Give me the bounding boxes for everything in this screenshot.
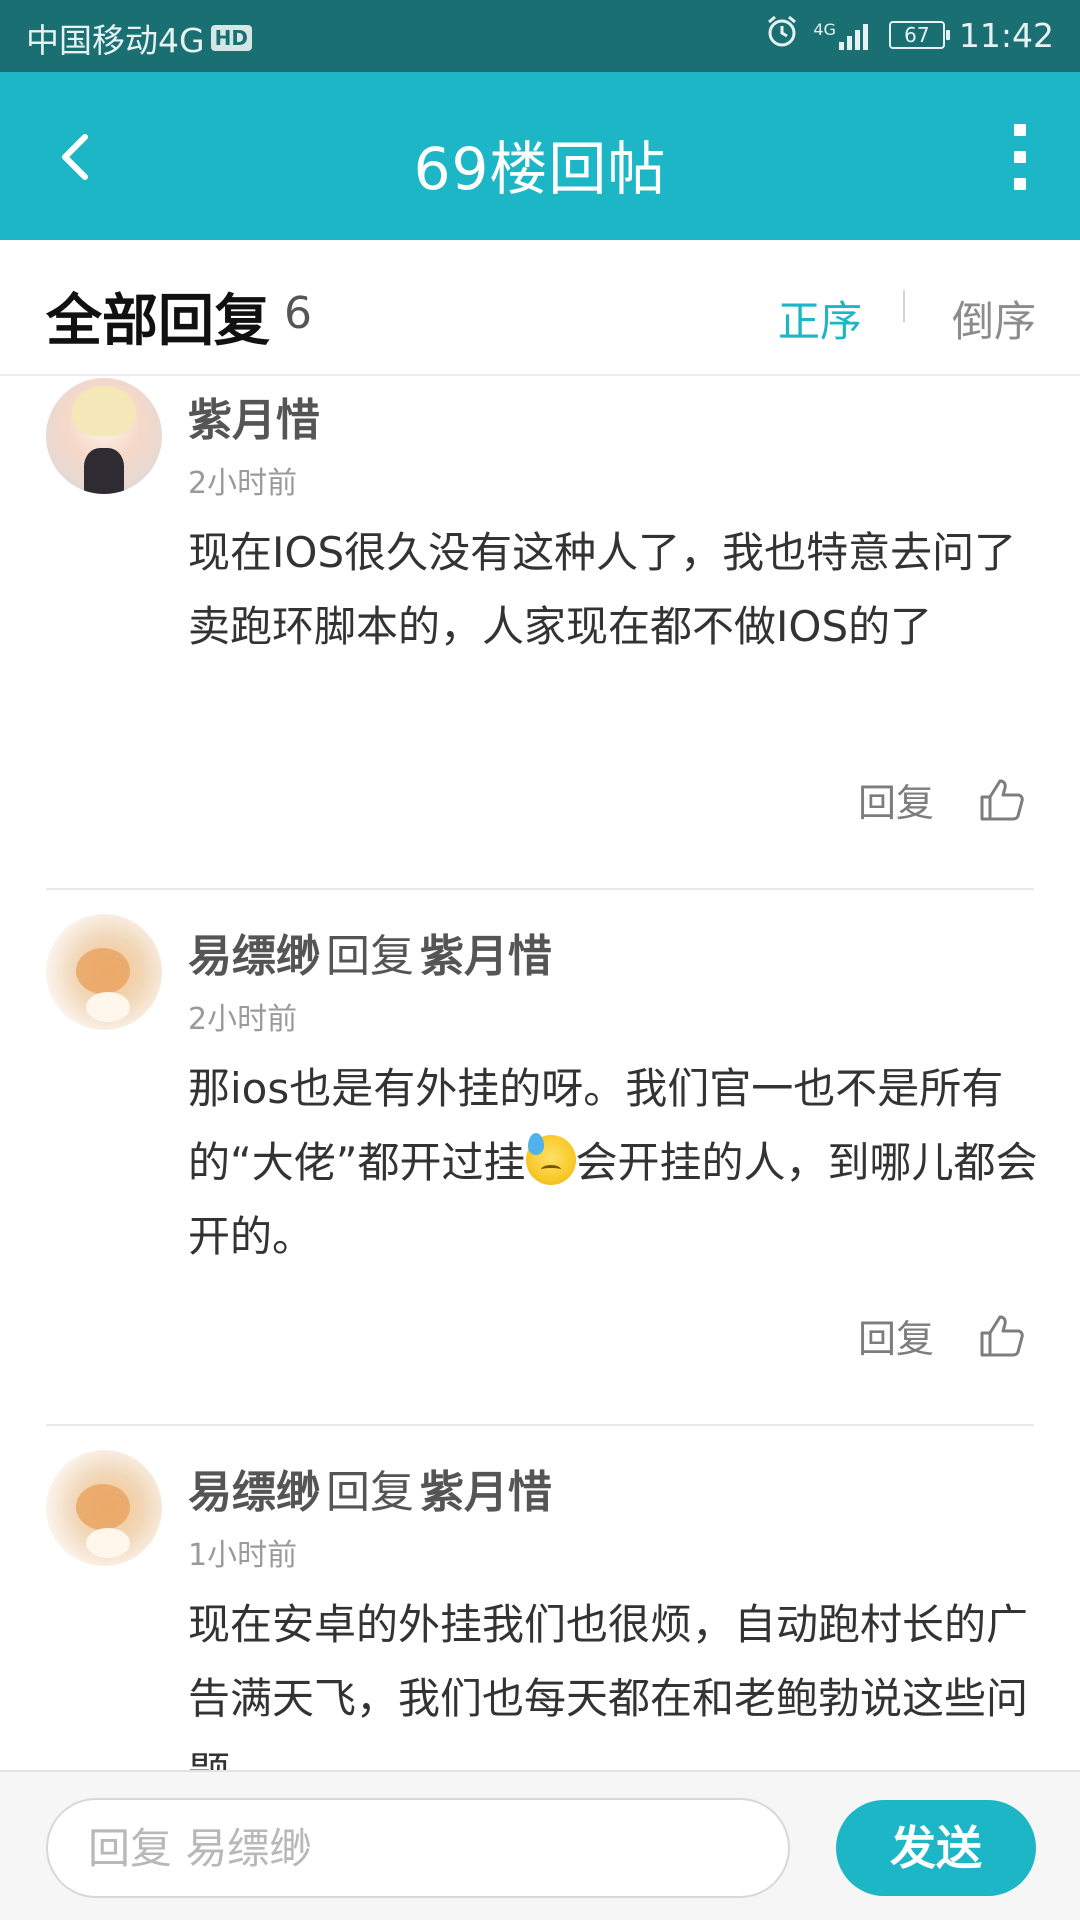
carrier-name: 中国移动4G [26, 21, 205, 60]
avatar[interactable] [46, 914, 162, 1030]
thumbs-up-icon[interactable] [978, 1313, 1024, 1359]
timestamp: 1小时前 [188, 1538, 298, 1573]
sweat-emoji-icon [525, 1133, 576, 1185]
reply-content: 易缥缈 回复 紫月惜 2小时前 那ios也是有外挂的呀。我们官一也不是所有的“大佬”… [188, 920, 1038, 1274]
author-line: 易缥缈 回复 紫月惜 [188, 1456, 1038, 1520]
reply-text: 现在IOS很久没有这种人了，我也特意去问了卖跑环脚本的，人家现在都不做IOS的了 [188, 528, 1017, 651]
network-type: 4G [813, 20, 836, 39]
sort-descending-button[interactable]: 倒序 [952, 288, 1036, 349]
reply-button[interactable]: 回复 [858, 1308, 934, 1363]
replies-count: 6 [284, 288, 312, 339]
timestamp: 2小时前 [188, 1002, 298, 1037]
more-vertical-icon [1014, 124, 1026, 136]
reply-content: 易缥缈 回复 紫月惜 1小时前 现在安卓的外挂我们也很烦，自动跑村长的广告满天飞，我… [188, 1456, 1038, 1770]
page-title: 69楼回帖 [413, 135, 667, 203]
reply-target-name[interactable]: 紫月惜 [420, 1467, 552, 1518]
send-button[interactable]: 发送 [836, 1800, 1036, 1896]
battery-icon: 67 [888, 21, 950, 49]
sort-ascending-button[interactable]: 正序 [778, 288, 862, 349]
reply-list[interactable]: 紫月惜 2小时前 现在IOS很久没有这种人了，我也特意去问了卖跑环脚本的，人家现… [0, 378, 1080, 1770]
author-name[interactable]: 易缥缈 [188, 1467, 320, 1518]
reply-input[interactable] [46, 1798, 790, 1898]
thumbs-up-icon[interactable] [978, 777, 1024, 823]
avatar[interactable] [46, 1450, 162, 1566]
reply-text: 那ios也是有外挂的呀。我们官一也不是所有的“大佬”都开过挂 会开挂的人，到哪儿都… [188, 1052, 1038, 1274]
reply-item: 易缥缈 回复 紫月惜 2小时前 那ios也是有外挂的呀。我们官一也不是所有的“大佬”… [46, 914, 1038, 1426]
reply-text: 现在安卓的外挂我们也很烦，自动跑村长的广告满天飞，我们也每天都在和老鲍勃说这些问… [188, 1600, 1029, 1770]
reply-to-label: 回复 [326, 931, 414, 982]
reply-to-label: 回复 [326, 1467, 414, 1518]
author-line: 紫月惜 [188, 384, 1038, 448]
status-bar: 中国移动4G HD 4G 67 11:42 [0, 0, 1080, 72]
avatar[interactable] [46, 378, 162, 494]
more-options-button[interactable] [1000, 124, 1040, 190]
alarm-icon [765, 14, 799, 56]
author-name[interactable]: 易缥缈 [188, 931, 320, 982]
timestamp: 2小时前 [188, 466, 298, 501]
app-bar: 69楼回帖 [0, 72, 1080, 240]
reply-item: 易缥缈 回复 紫月惜 1小时前 现在安卓的外挂我们也很烦，自动跑村长的广告满天飞，我… [46, 1450, 1034, 1770]
reply-content: 紫月惜 2小时前 现在IOS很久没有这种人了，我也特意去问了卖跑环脚本的，人家现… [188, 384, 1038, 664]
reply-actions: 回复 [858, 1308, 1024, 1363]
author-name[interactable]: 紫月惜 [188, 395, 320, 446]
reply-item: 紫月惜 2小时前 现在IOS很久没有这种人了，我也特意去问了卖跑环脚本的，人家现… [46, 378, 1034, 890]
signal-icon: 4G [813, 20, 875, 50]
reply-target-name[interactable]: 紫月惜 [420, 931, 552, 982]
status-icons: 4G 67 11:42 [765, 14, 1054, 56]
replies-header: 全部回复 6 正序 倒序 [0, 240, 1080, 376]
sort-divider [903, 290, 905, 322]
clock: 11:42 [958, 15, 1054, 55]
replies-title: 全部回复 [46, 289, 270, 354]
author-line: 易缥缈 回复 紫月惜 [188, 920, 1038, 984]
carrier-indicator: 中国移动4G HD [26, 14, 252, 62]
reply-button[interactable]: 回复 [858, 772, 934, 827]
reply-actions: 回复 [858, 772, 1024, 827]
hd-badge: HD [210, 25, 252, 51]
reply-input-bar: 发送 [0, 1770, 1080, 1920]
